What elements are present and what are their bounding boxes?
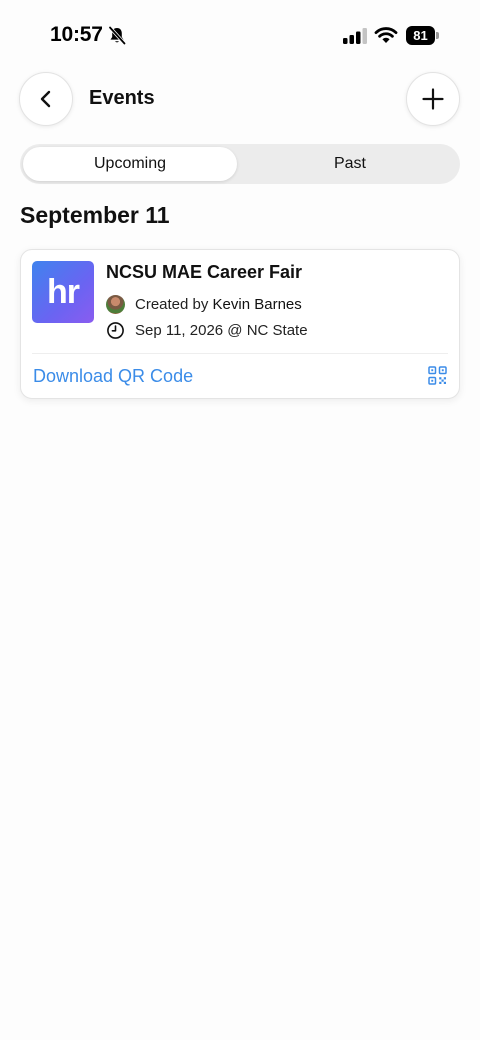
page-title: Events bbox=[89, 87, 155, 109]
created-by-line: Created by Kevin Barnes bbox=[135, 296, 302, 313]
plus-icon bbox=[422, 88, 444, 110]
battery-icon: 81 bbox=[406, 26, 440, 45]
signal-icon bbox=[343, 28, 367, 44]
events-filter-segmented-control: Upcoming Past bbox=[20, 144, 460, 184]
card-divider bbox=[32, 353, 448, 354]
creator-name: Kevin Barnes bbox=[212, 296, 302, 313]
event-card[interactable]: hr NCSU MAE Career Fair Created by Kevin… bbox=[20, 249, 460, 399]
bell-off-icon bbox=[108, 26, 126, 45]
tab-past[interactable]: Past bbox=[243, 147, 457, 181]
wifi-icon bbox=[374, 27, 398, 43]
events-screen: 10:57 81 Events Upcoming Past September … bbox=[0, 0, 480, 1040]
battery-tip bbox=[436, 32, 439, 39]
created-by-prefix: Created by bbox=[135, 296, 209, 313]
avatar bbox=[106, 295, 125, 314]
battery-level: 81 bbox=[406, 26, 435, 45]
clock-icon bbox=[107, 322, 124, 339]
status-bar: 10:57 81 bbox=[0, 0, 480, 70]
chevron-left-icon bbox=[40, 90, 51, 108]
event-datetime-location: Sep 11, 2026 @ NC State bbox=[135, 322, 308, 339]
event-title: NCSU MAE Career Fair bbox=[106, 262, 303, 282]
back-button[interactable] bbox=[19, 72, 73, 126]
add-event-button[interactable] bbox=[406, 72, 460, 126]
download-qr-code-link[interactable]: Download QR Code bbox=[33, 366, 193, 387]
section-date-heading: September 11 bbox=[20, 202, 170, 228]
tab-upcoming[interactable]: Upcoming bbox=[23, 147, 237, 181]
qr-code-icon[interactable] bbox=[428, 366, 447, 385]
event-logo: hr bbox=[32, 261, 94, 323]
status-time: 10:57 bbox=[50, 23, 103, 46]
